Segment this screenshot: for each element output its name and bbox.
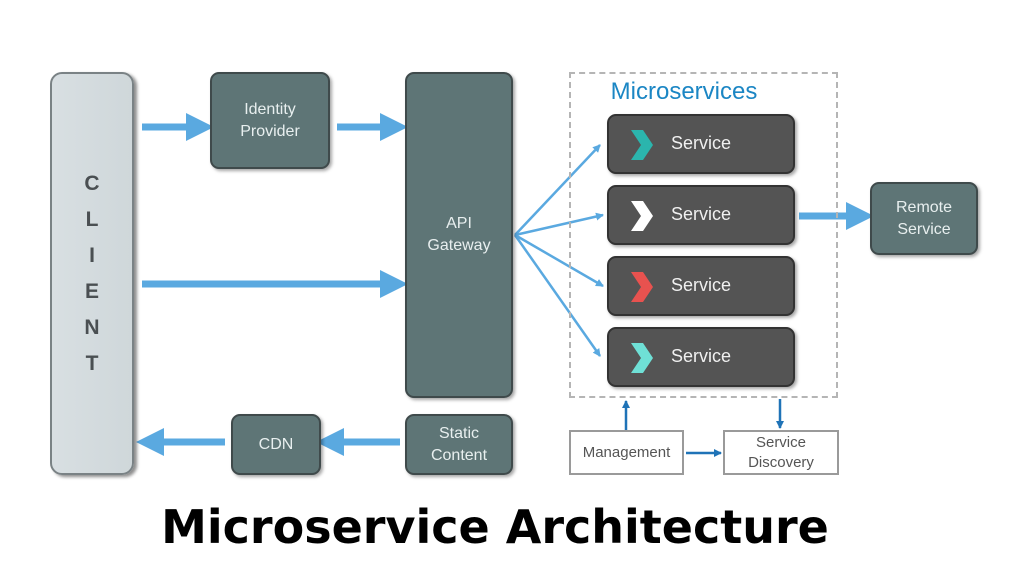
identity-provider-node[interactable]: Identity Provider [210, 72, 330, 169]
cdn-node[interactable]: CDN [231, 414, 321, 475]
service-label: Service [671, 346, 732, 366]
remote-service-node[interactable]: Remote Service [870, 182, 978, 255]
client-letter: N [84, 315, 100, 339]
service-node-3[interactable]: Service [607, 256, 795, 316]
client-letter: I [89, 243, 95, 267]
client-letter: L [85, 207, 99, 231]
client-letter: E [84, 279, 99, 303]
client-block[interactable]: C L I E N T [50, 72, 134, 475]
client-letter: C [84, 171, 100, 195]
client-letter: T [85, 351, 99, 375]
chevron-right-icon [631, 343, 653, 373]
microservices-title: Microservices [610, 78, 758, 105]
diagram-title: Microservice Architecture [161, 500, 829, 554]
service-node-1[interactable]: Service [607, 114, 795, 174]
service-node-2[interactable]: Service [607, 185, 795, 245]
service-node-4[interactable]: Service [607, 327, 795, 387]
service-label: Service [671, 275, 732, 295]
static-content-node[interactable]: Static Content [405, 414, 513, 475]
management-node[interactable]: Management [569, 430, 684, 475]
service-discovery-node[interactable]: Service Discovery [723, 430, 839, 475]
service-label: Service [671, 133, 732, 153]
chevron-right-icon [631, 201, 653, 231]
api-gateway-node[interactable]: API Gateway [405, 72, 513, 398]
chevron-right-icon [631, 272, 653, 302]
service-label: Service [671, 204, 732, 224]
chevron-right-icon [631, 130, 653, 160]
